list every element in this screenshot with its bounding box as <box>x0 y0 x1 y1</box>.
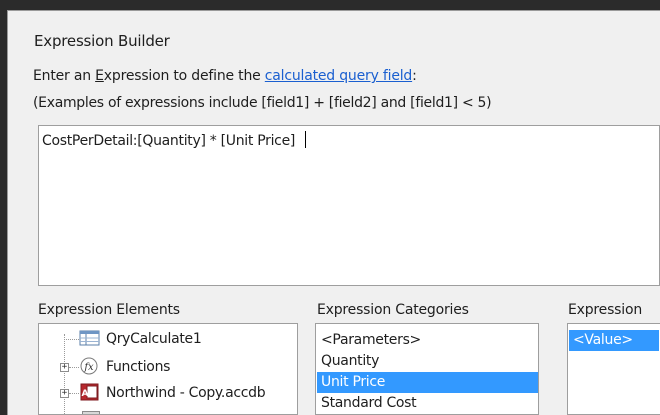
instruction-prefix: Enter an <box>33 68 96 84</box>
window-frame-top <box>0 0 660 10</box>
svg-text:A: A <box>82 389 89 399</box>
tree-connector <box>69 393 79 394</box>
tree-item-label: Northwind - Copy.accdb <box>106 385 266 401</box>
expand-icon[interactable]: + <box>60 389 69 398</box>
instruction-text: Enter an Expression to define the calcul… <box>33 68 417 84</box>
tree-item-label: QryCalculate1 <box>106 331 202 347</box>
function-icon: fx <box>79 357 101 375</box>
database-icon: A <box>79 383 101 401</box>
expression-values-label: Expression <box>568 302 642 318</box>
instruction-mid: xpression to define the <box>103 68 265 84</box>
expression-text: CostPerDetail:[Quantity] * [Unit Price] <box>42 133 300 149</box>
tree-item-qrycalculate1[interactable]: QryCalculate1 <box>39 329 297 351</box>
query-icon <box>79 329 101 347</box>
svg-text:fx: fx <box>83 362 94 373</box>
expression-categories-list[interactable]: <Parameters> Quantity Unit Price Standar… <box>315 323 539 415</box>
expression-values-list[interactable]: <Value> <box>567 323 660 415</box>
window-frame-left <box>0 0 7 415</box>
tree-connector <box>64 339 79 340</box>
tree-item-northwind-database[interactable]: + A Northwind - Copy.accdb <box>39 383 297 405</box>
expression-elements-tree[interactable]: QryCalculate1 + fx Functions + A Northwi… <box>38 323 298 415</box>
tree-connector <box>69 367 79 368</box>
expression-categories-label: Expression Categories <box>317 302 469 318</box>
dialog-title: Expression Builder <box>34 32 170 50</box>
value-item-selected[interactable]: <Value> <box>569 330 659 351</box>
tree-item-label: Functions <box>106 359 171 375</box>
instruction-mnemonic: E <box>95 68 104 84</box>
category-item-selected[interactable]: Unit Price <box>317 372 538 393</box>
expression-elements-label: Expression Elements <box>38 302 180 318</box>
expand-icon[interactable]: + <box>60 363 69 372</box>
category-item[interactable]: Standard Cost <box>317 393 538 414</box>
category-item[interactable]: Quantity <box>317 351 538 372</box>
text-cursor <box>305 131 307 148</box>
tree-item-functions[interactable]: + fx Functions <box>39 357 297 379</box>
category-item[interactable]: <Parameters> <box>317 330 538 351</box>
instruction-suffix: : <box>412 68 417 84</box>
partial-tree-item-icon <box>82 411 100 414</box>
calculated-query-field-link[interactable]: calculated query field <box>265 68 413 84</box>
expression-input[interactable]: CostPerDetail:[Quantity] * [Unit Price] <box>38 125 660 286</box>
examples-text: (Examples of expressions include [field1… <box>33 95 492 111</box>
